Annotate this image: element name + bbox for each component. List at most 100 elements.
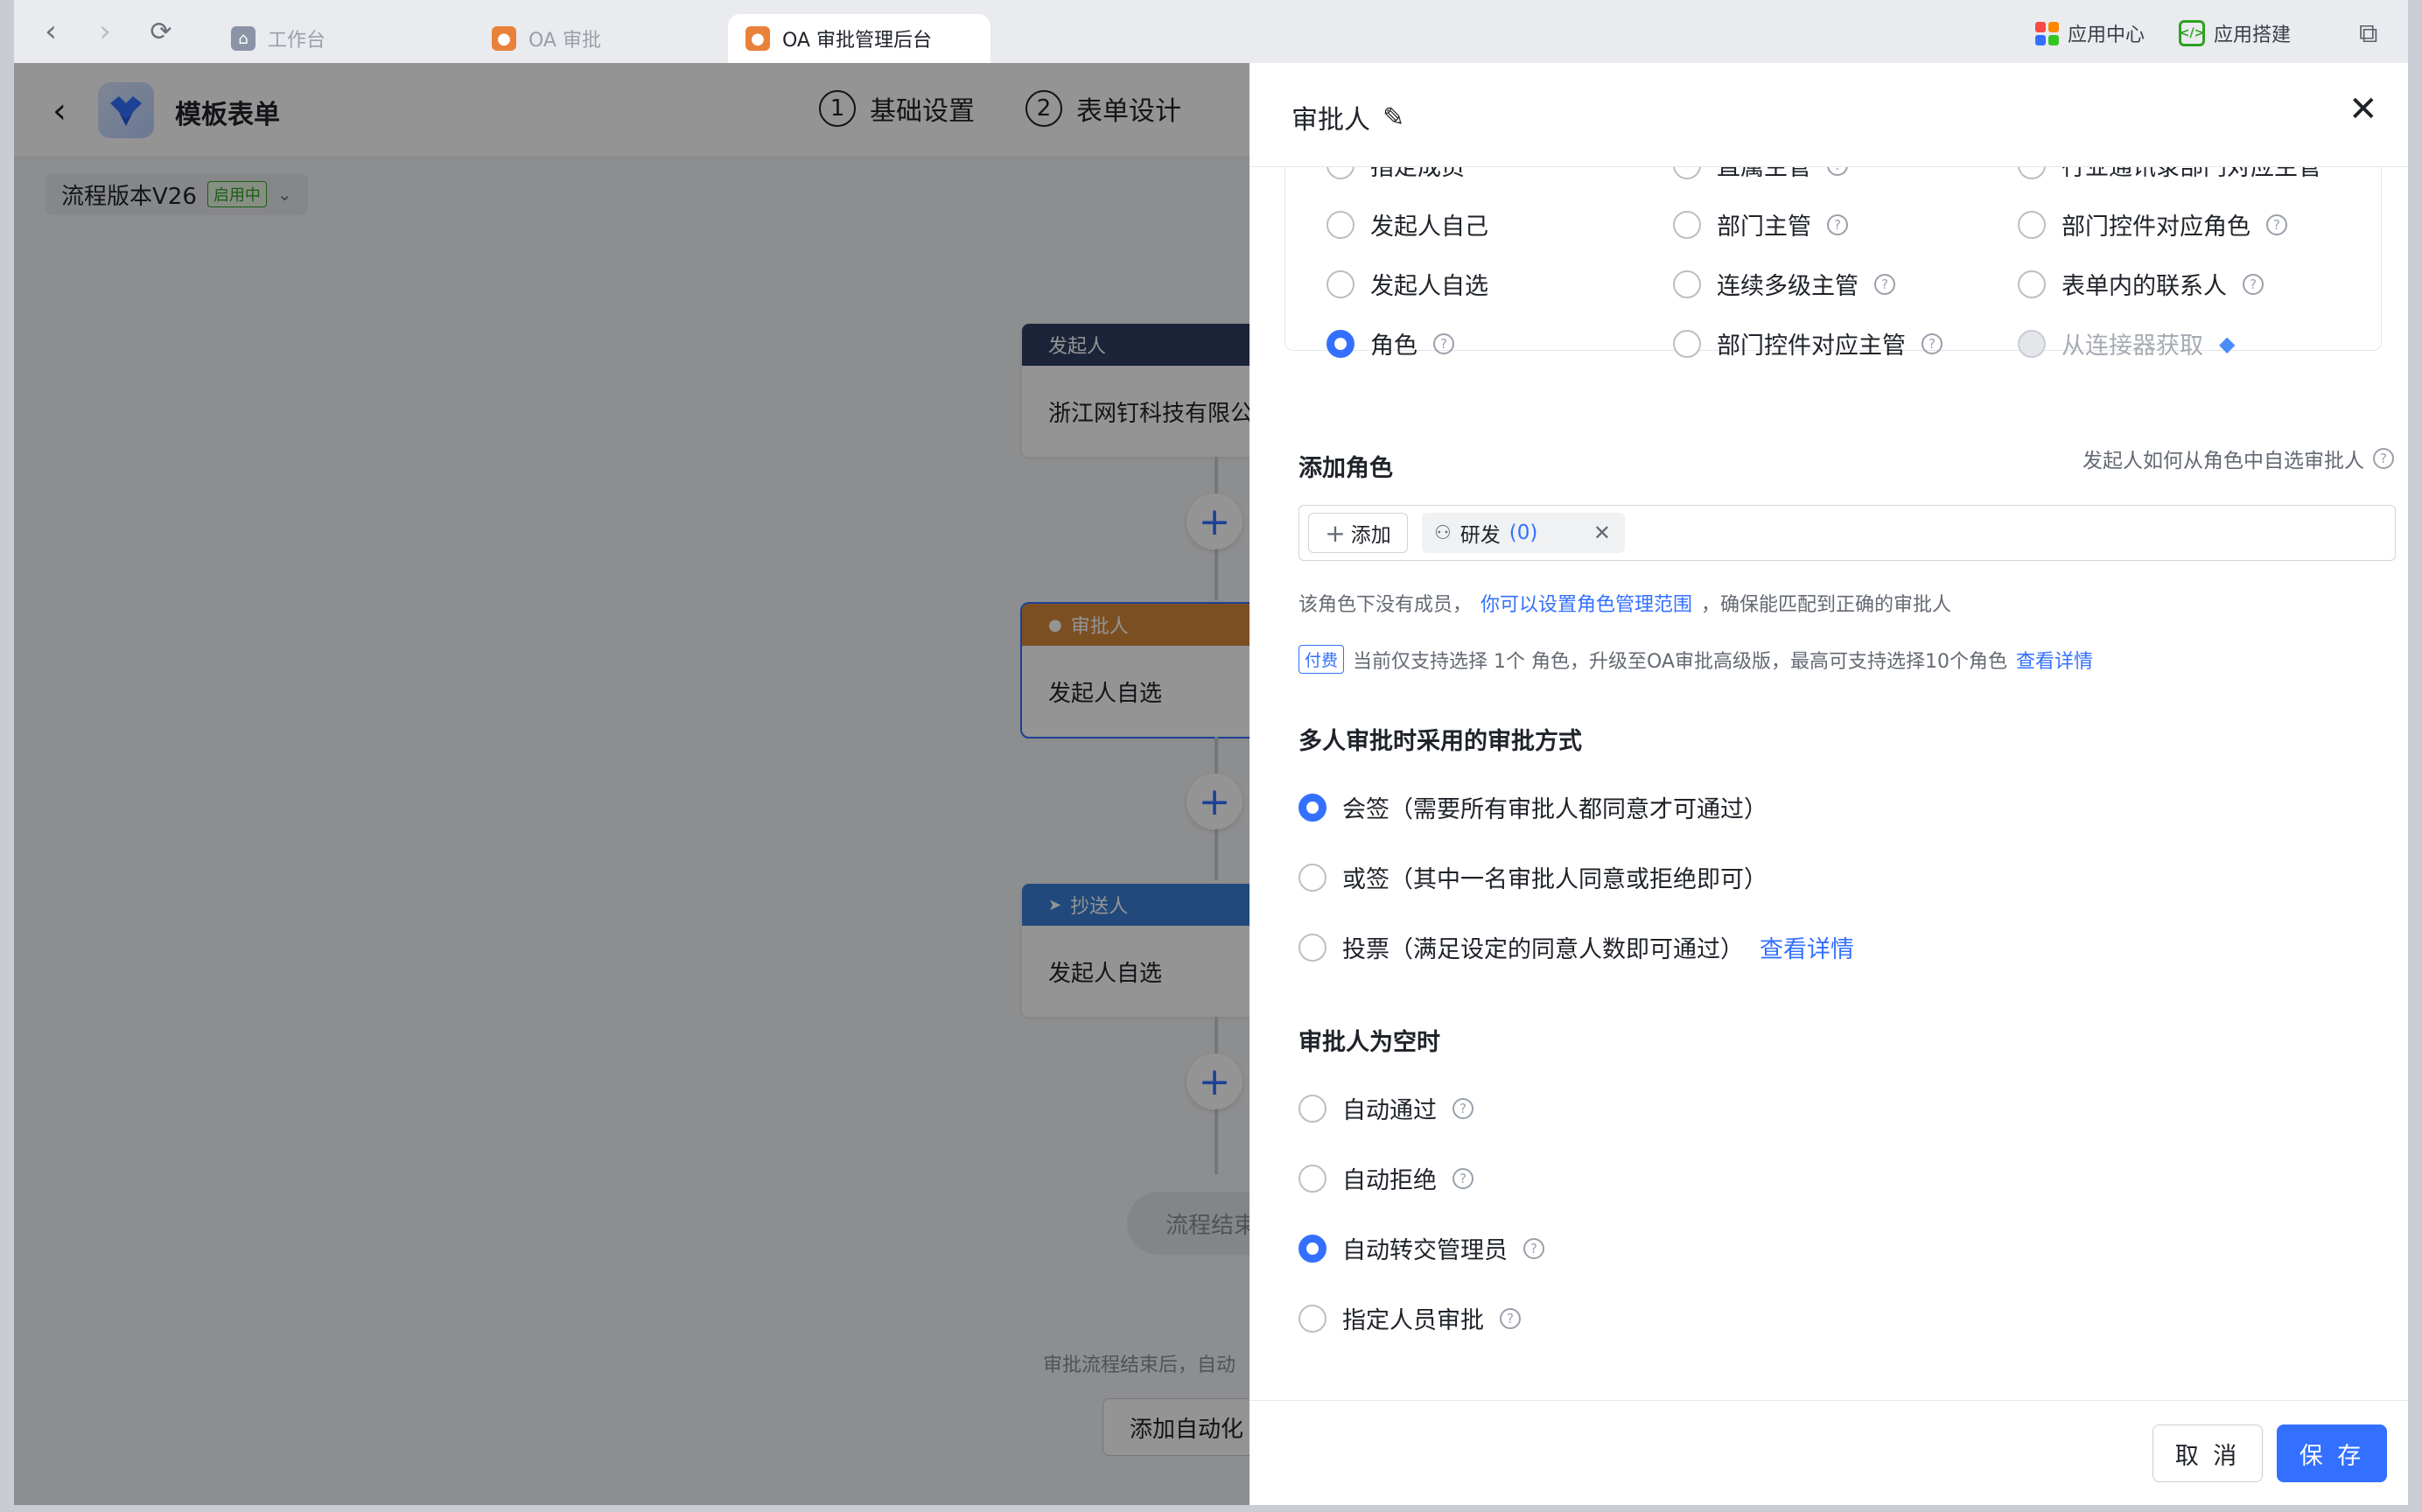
app-window: ‹ › ⟳ ⌂ 工作台 ● OA 审批 ● OA 审批管理后台 应用中心 </> — [14, 0, 2408, 1505]
role-count: (0) — [1508, 522, 1538, 544]
auto-reject-option[interactable]: 自动拒绝 ? — [1298, 1161, 1474, 1195]
tab-oa-admin[interactable]: ● OA 审批管理后台 — [728, 14, 990, 63]
radio-selected[interactable] — [1298, 793, 1326, 822]
help-icon[interactable]: ? — [1922, 332, 1942, 354]
radio[interactable] — [1326, 270, 1354, 298]
help-icon[interactable]: ? — [1874, 273, 1895, 295]
refresh-icon[interactable]: ⟳ — [144, 14, 178, 49]
radio[interactable] — [1298, 933, 1326, 962]
auto-pass-option[interactable]: 自动通过 ? — [1298, 1091, 1474, 1125]
option-label: 或签（其中一名审批人同意或拒绝即可） — [1342, 866, 1768, 893]
approver-type-box — [1284, 167, 2382, 351]
option-label: 投票（满足设定的同意人数即可通过） — [1342, 936, 1744, 963]
tab-label: OA 审批管理后台 — [782, 30, 932, 52]
radio[interactable] — [1298, 1094, 1326, 1123]
cancel-button[interactable]: 取 消 — [2152, 1424, 2263, 1482]
approver-type-option[interactable]: 部门控件对应角色 ? — [2018, 207, 2287, 242]
hint-text: 发起人如何从角色中自选审批人 — [2082, 450, 2364, 472]
radio[interactable] — [1673, 329, 1701, 358]
help-icon[interactable]: ? — [1827, 167, 1848, 176]
radio[interactable] — [1298, 863, 1326, 892]
option-label: 指定成员 — [1370, 167, 1465, 181]
edit-pencil-icon[interactable]: ✎ — [1382, 102, 1404, 133]
option-label: 发起人自己 — [1370, 214, 1488, 241]
radio[interactable] — [2018, 270, 2046, 298]
org-icon: ⌂ — [231, 26, 256, 51]
approver-type-option[interactable]: 指定成员 — [1326, 167, 1465, 182]
help-icon[interactable]: ? — [1452, 1167, 1474, 1189]
approver-type-option[interactable]: 部门主管 ? — [1673, 207, 1848, 242]
radio[interactable] — [1673, 210, 1701, 239]
role-tag: ⚇ 研发 (0) ✕ — [1422, 513, 1625, 553]
view-details-link[interactable]: 查看详情 — [2016, 646, 2093, 674]
radio[interactable] — [1298, 1304, 1326, 1333]
auto-transfer-admin-option[interactable]: 自动转交管理员 ? — [1298, 1231, 1544, 1265]
app-center-button[interactable]: 应用中心 — [2035, 16, 2145, 51]
radio[interactable] — [1298, 1164, 1326, 1193]
radio-selected[interactable] — [1298, 1234, 1326, 1263]
approver-type-option[interactable]: 直属主管 ? — [1673, 167, 1848, 182]
add-role-title: 添加角色 — [1298, 455, 1393, 482]
user-icon: ● — [746, 26, 770, 51]
help-icon[interactable]: ? — [1433, 332, 1454, 354]
plus-icon: + — [1325, 518, 1346, 548]
app-builder-label: 应用搭建 — [2214, 24, 2292, 46]
help-icon[interactable]: ? — [1827, 214, 1848, 235]
assign-person-option[interactable]: 指定人员审批 ? — [1298, 1301, 1521, 1335]
remove-tag-icon[interactable]: ✕ — [1593, 521, 1611, 545]
app-center-label: 应用中心 — [2068, 24, 2146, 46]
role-scope-link[interactable]: 你可以设置角色管理范围 — [1480, 589, 1692, 617]
radio-selected[interactable] — [1326, 329, 1354, 358]
option-label: 会签（需要所有审批人都同意才可通过） — [1342, 796, 1768, 823]
app-builder-button[interactable]: </> 应用搭建 — [2179, 16, 2291, 51]
approver-type-option[interactable]: 发起人自己 — [1326, 207, 1488, 242]
note-text: 该角色下没有成员， — [1298, 594, 1473, 616]
radio[interactable] — [2018, 167, 2046, 179]
approver-type-option[interactable]: 发起人自选 — [1326, 267, 1488, 301]
vote-option[interactable]: 投票（满足设定的同意人数即可通过） 查看详情 — [1298, 930, 1854, 964]
help-icon[interactable]: ? — [1452, 1097, 1474, 1119]
paid-badge: 付费 — [1298, 645, 1345, 674]
app-grid-icon — [2035, 21, 2059, 46]
radio[interactable] — [1673, 167, 1701, 179]
role-name: 研发 — [1460, 524, 1501, 547]
save-button[interactable]: 保 存 — [2277, 1424, 2387, 1482]
empty-approver-title: 审批人为空时 — [1298, 1029, 1440, 1056]
option-label: 连续多级主管 — [1717, 273, 1858, 300]
option-label: 行业通讯录部门对应主管 — [2062, 167, 2321, 181]
help-icon[interactable]: ? — [2373, 448, 2394, 469]
back-nav-icon[interactable]: ‹ — [33, 14, 68, 49]
forward-nav-icon[interactable]: › — [88, 14, 122, 49]
help-icon[interactable]: ? — [1500, 1307, 1521, 1329]
or-sign-option[interactable]: 或签（其中一名审批人同意或拒绝即可） — [1298, 860, 1768, 894]
role-select-hint[interactable]: 发起人如何从角色中自选审批人 ? — [2082, 444, 2394, 473]
drawer-scroll-area[interactable]: 指定成员 直属主管 ? 行业通讯录部门对应主管 发起人自己 部门主管 ? — [1250, 167, 2408, 1401]
option-label: 自动转交管理员 — [1342, 1237, 1508, 1264]
view-details-link[interactable]: 查看详情 — [1760, 930, 1854, 964]
radio[interactable] — [1326, 167, 1354, 179]
tab-oa-approval[interactable]: ● OA 审批 — [474, 14, 737, 63]
option-label: 部门控件对应角色 — [2062, 214, 2250, 241]
radio[interactable] — [1326, 210, 1354, 239]
tab-label: 工作台 — [268, 30, 326, 52]
note-text: ，确保能匹配到正确的审批人 — [1701, 594, 1952, 616]
close-icon[interactable]: ✕ — [2348, 89, 2378, 130]
option-label: 从连接器获取 — [2062, 332, 2203, 360]
add-role-button[interactable]: + 添加 — [1308, 513, 1408, 553]
radio[interactable] — [2018, 210, 2046, 239]
approver-type-option[interactable]: 连续多级主管 ? — [1673, 267, 1895, 301]
tab-workbench[interactable]: ⌂ 工作台 — [214, 14, 476, 63]
approver-drawer: 审批人 ✎ ✕ 指定成员 直属主管 ? 行业通讯录部门对应主管 发 — [1250, 63, 2408, 1505]
approver-type-option[interactable]: 行业通讯录部门对应主管 — [2018, 167, 2321, 182]
radio[interactable] — [1673, 270, 1701, 298]
open-external-icon[interactable]: ⧉ — [2359, 16, 2377, 51]
help-icon[interactable]: ? — [2266, 214, 2287, 235]
approver-type-option[interactable]: 部门控件对应主管 ? — [1673, 326, 1942, 360]
role-select-box[interactable]: + 添加 ⚇ 研发 (0) ✕ — [1298, 505, 2396, 561]
help-icon[interactable]: ? — [1523, 1237, 1544, 1259]
approver-type-option[interactable]: 角色 ? — [1326, 326, 1454, 360]
countersign-option[interactable]: 会签（需要所有审批人都同意才可通过） — [1298, 790, 1768, 824]
help-icon[interactable]: ? — [2243, 273, 2264, 295]
option-label: 自动拒绝 — [1342, 1167, 1437, 1194]
approver-type-option[interactable]: 表单内的联系人 ? — [2018, 267, 2264, 301]
